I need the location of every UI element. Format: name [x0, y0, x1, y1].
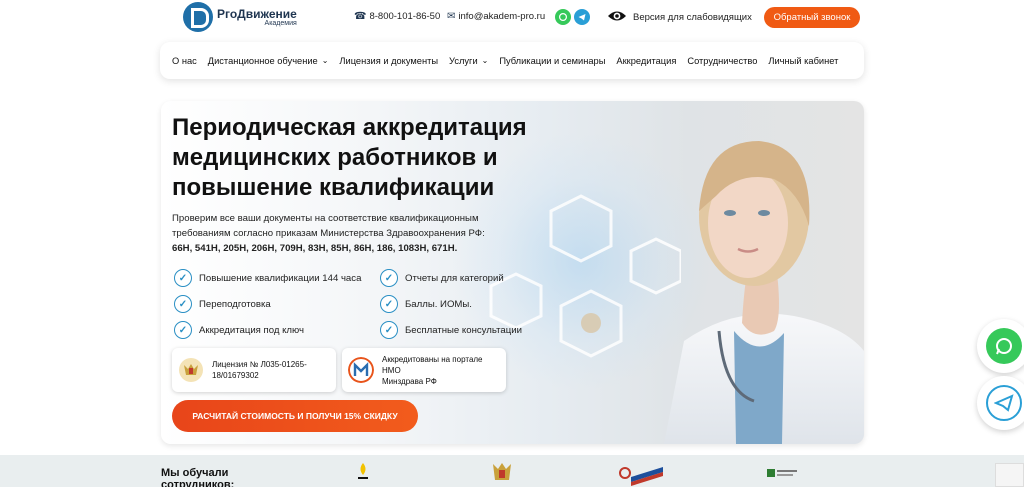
chevron-down-icon: ⌄ — [481, 56, 489, 65]
accessibility-link[interactable]: Версия для слабовидящих — [633, 12, 752, 23]
hero-title: Периодическая аккредитация медицинских р… — [172, 114, 527, 201]
order-numbers: 66Н, 541Н, 205Н, 206Н, 709Н, 83Н, 85Н, 8… — [172, 243, 458, 254]
logo-subtitle: Академия — [264, 19, 297, 27]
check-icon: ✓ — [380, 269, 398, 287]
nav-item-distance-learning[interactable]: Дистанционное обучение ⌄ — [208, 56, 329, 66]
russia-emblem-icon — [179, 358, 203, 382]
telegram-icon[interactable] — [574, 9, 590, 25]
email-link[interactable]: ✉ info@akadem-pro.ru — [447, 11, 545, 22]
trained-heading: Мы обучали сотрудников: — [161, 467, 235, 487]
feature-item: ✓ Аккредитация под ключ — [174, 321, 304, 339]
telegram-float-button[interactable] — [977, 376, 1024, 430]
logo-mark-icon — [183, 2, 213, 32]
chevron-down-icon: ⌄ — [321, 56, 329, 65]
nav-item-about[interactable]: О нас — [172, 56, 197, 66]
logo[interactable]: PгоДвижение Академия — [183, 2, 297, 32]
clients-strip: Мы обучали сотрудников: — [0, 455, 1024, 487]
check-icon: ✓ — [380, 321, 398, 339]
recaptcha-badge[interactable] — [995, 463, 1024, 487]
logo-title: PгоДвижение — [217, 6, 297, 21]
check-icon: ✓ — [174, 295, 192, 313]
client-logo-icon — [358, 463, 368, 479]
whatsapp-icon[interactable] — [555, 9, 571, 25]
hero-description: Проверим все ваши документы на соответст… — [172, 213, 485, 254]
page: PгоДвижение Академия ☎ 8-800-101-86-50 ✉… — [0, 0, 1024, 487]
nmo-logo-icon — [348, 357, 374, 383]
feature-item: ✓ Отчеты для категорий — [380, 269, 504, 287]
whatsapp-icon — [986, 328, 1022, 364]
feature-item: ✓ Повышение квалификации 144 часа — [174, 269, 361, 287]
top-header: PгоДвижение Академия ☎ 8-800-101-86-50 ✉… — [0, 0, 1024, 40]
nav-item-account[interactable]: Личный кабинет — [768, 56, 838, 66]
emblem-logo-icon — [493, 463, 511, 480]
phone-number: 8-800-101-86-50 — [369, 11, 441, 22]
phone-link[interactable]: ☎ 8-800-101-86-50 — [354, 11, 440, 22]
check-icon: ✓ — [174, 321, 192, 339]
feature-item: ✓ Бесплатные консультации — [380, 321, 522, 339]
check-icon: ✓ — [380, 295, 398, 313]
doctor-image — [664, 141, 864, 444]
whatsapp-float-button[interactable] — [977, 319, 1024, 373]
nav-item-accreditation[interactable]: Аккредитация — [616, 56, 676, 66]
eye-icon[interactable] — [607, 9, 627, 23]
hero-banner: Периодическая аккредитация медицинских р… — [161, 101, 864, 444]
feature-item: ✓ Баллы. ИОМы. — [380, 295, 472, 313]
calculate-discount-button[interactable]: РАСЧИТАЙ СТОИМОСТЬ И ПОЛУЧИ 15% СКИДКУ — [172, 400, 418, 432]
mail-icon: ✉ — [447, 11, 456, 22]
check-icon: ✓ — [174, 269, 192, 287]
feature-item: ✓ Переподготовка — [174, 295, 271, 313]
callback-button[interactable]: Обратный звонок — [764, 7, 860, 28]
main-nav: О нас Дистанционное обучение ⌄ Лицензия и… — [160, 42, 864, 79]
nav-item-publications[interactable]: Публикации и семинары — [499, 56, 605, 66]
green-logo-icon — [767, 469, 797, 477]
nav-item-services[interactable]: Услуги ⌄ — [449, 56, 488, 66]
email-address: info@akadem-pro.ru — [458, 11, 546, 22]
phone-icon: ☎ — [354, 11, 367, 22]
telegram-icon — [986, 385, 1022, 421]
nav-item-license[interactable]: Лицензия и документы — [339, 56, 438, 66]
license-card[interactable]: Лицензия № Л035-01265- 18/01679302 — [172, 348, 336, 392]
flag-logo-icon — [619, 467, 663, 486]
nmo-card[interactable]: Аккредитованы на портале НМО Минздрава Р… — [342, 348, 506, 392]
nav-item-cooperation[interactable]: Сотрудничество — [687, 56, 757, 66]
